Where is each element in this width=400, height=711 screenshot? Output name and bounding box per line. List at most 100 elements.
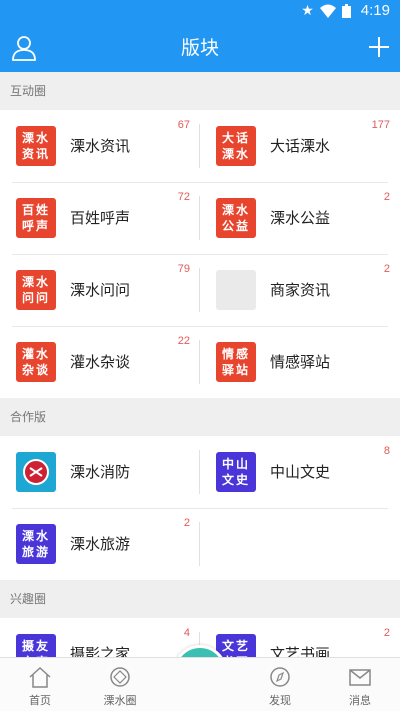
forum-item-count: 22: [177, 335, 190, 347]
forum-item-count: 177: [371, 119, 390, 131]
forum-logo-icon: 摄友之家: [16, 634, 56, 657]
section-header: 兴趣圈: [0, 580, 400, 618]
forum-item[interactable]: 情感 驿站 情感驿站: [200, 326, 400, 398]
forum-item-count: 72: [177, 191, 190, 203]
forum-grid: 溧水消防 中山 文史 中山文史 8 溧水 旅游 溧水旅游 2: [0, 436, 400, 580]
tab-circle-label: 溧水圈: [103, 694, 137, 707]
forum-item[interactable]: 商家资讯 2: [200, 254, 400, 326]
forum-logo-text: 溧水: [21, 275, 50, 289]
forum-row: 溧水 问问 溧水问问 79 商家资讯 2: [0, 254, 400, 326]
forum-row: 溧水 资讯 溧水资讯 67 大话 溧水 大话溧水 177: [0, 110, 400, 182]
forum-logo-text: 问问: [21, 291, 50, 305]
tab-discover[interactable]: 发现: [240, 658, 320, 711]
forum-logo-text: 摄友: [21, 639, 50, 653]
status-time: 4:19: [360, 2, 390, 19]
tab-home-label: 首页: [29, 694, 51, 707]
fire-emblem-icon: [23, 459, 49, 485]
forum-logo-text: 情感: [221, 347, 250, 361]
forum-item[interactable]: 溧水 公益 溧水公益 2: [200, 182, 400, 254]
forum-item-label: 溧水资讯: [70, 137, 131, 155]
forum-item[interactable]: 摄友之家 摄影之家 4: [0, 618, 200, 657]
forum-item[interactable]: 溧水 旅游 溧水旅游 2: [0, 508, 200, 580]
wifi-icon: [319, 4, 336, 18]
forum-row: 溧水 旅游 溧水旅游 2: [0, 508, 400, 580]
section-header: 合作版: [0, 398, 400, 436]
forum-logo-text: 溧水: [21, 529, 50, 543]
forum-item-label: 文艺书画: [270, 645, 331, 657]
mail-icon: [349, 669, 371, 686]
forum-item[interactable]: 百姓 呼声 百姓呼声 72: [0, 182, 200, 254]
forum-logo-text: 驿站: [221, 363, 250, 377]
forum-logo-text: 资讯: [21, 147, 50, 161]
forum-logo-icon: 溧水 旅游: [16, 524, 56, 564]
section-header: 互动圈: [0, 72, 400, 110]
forum-item-label: 溧水旅游: [70, 535, 131, 553]
forum-item[interactable]: 中山 文史 中山文史 8: [200, 436, 400, 508]
forum-logo-icon: 溧水 公益: [216, 198, 256, 238]
forum-logo-icon: 溧水 问问: [16, 270, 56, 310]
forum-item-label: 溧水问问: [70, 281, 131, 299]
app-header: 版块: [0, 25, 400, 72]
circle-icon: [110, 667, 130, 687]
forum-item-count: 79: [177, 263, 190, 275]
forum-item-count: 2: [183, 517, 190, 529]
forum-item[interactable]: 大话 溧水 大话溧水 177: [200, 110, 400, 182]
forum-logo-text: 溧水: [221, 147, 250, 161]
forum-item-label: 情感驿站: [270, 353, 331, 371]
forum-logo-icon: 溧水 资讯: [16, 126, 56, 166]
forum-row: 灌水 杂谈 灌水杂谈 22 情感 驿站 情感驿站: [0, 326, 400, 398]
forum-logo-text: 溧水: [21, 131, 50, 145]
forum-item-label: 大话溧水: [270, 137, 331, 155]
forum-logo-icon: 文艺书画: [216, 634, 256, 657]
plus-icon[interactable]: [368, 36, 390, 58]
forum-item-label: 商家资讯: [270, 281, 331, 299]
forum-logo-icon: [216, 270, 256, 310]
forum-logo-text: 溧水: [221, 203, 250, 217]
forum-item[interactable]: 灌水 杂谈 灌水杂谈 22: [0, 326, 200, 398]
forum-logo-text: 大话: [221, 131, 250, 145]
bottom-tab-bar: 首页 溧水圈 发现 消息: [0, 657, 400, 711]
forum-item-count: 67: [177, 119, 190, 131]
compass-icon: [270, 667, 290, 687]
forum-logo-text: 旅游: [21, 545, 50, 559]
battery-icon: [341, 3, 351, 18]
forum-item-label: 溧水消防: [70, 463, 131, 481]
forum-item-label: 溧水公益: [270, 209, 331, 227]
forum-row: 百姓 呼声 百姓呼声 72 溧水 公益 溧水公益 2: [0, 182, 400, 254]
tab-discover-label: 发现: [269, 694, 291, 707]
forum-logo-text: 公益: [221, 219, 250, 233]
forum-logo-text: 呼声: [21, 219, 50, 233]
star-icon: ★: [301, 2, 314, 19]
forum-item-count: 2: [383, 627, 390, 639]
page-title: 版块: [180, 37, 219, 59]
forum-item-label: 中山文史: [270, 463, 331, 481]
forum-logo-icon: 中山 文史: [216, 452, 256, 492]
forum-logo-icon: 百姓 呼声: [16, 198, 56, 238]
forum-item-count: 8: [383, 445, 390, 457]
forum-logo-icon: [16, 452, 56, 492]
forum-item[interactable]: 文艺书画 文艺书画 2: [200, 618, 400, 657]
forum-item-label: 百姓呼声: [70, 209, 131, 227]
forum-item-label: 摄影之家: [70, 645, 131, 657]
forum-item-count: 2: [383, 263, 390, 275]
tab-messages[interactable]: 消息: [320, 658, 400, 711]
forum-item-count: 2: [383, 191, 390, 203]
tab-messages-label: 消息: [349, 694, 371, 707]
forum-item[interactable]: 溧水 资讯 溧水资讯 67: [0, 110, 200, 182]
forum-item-count: 4: [183, 627, 190, 639]
forum-item[interactable]: 溧水 问问 溧水问问 79: [0, 254, 200, 326]
forum-logo-text: 百姓: [21, 203, 50, 217]
forum-logo-text: 文艺: [221, 639, 250, 653]
tab-circle[interactable]: 溧水圈: [80, 658, 160, 711]
forum-item-label: 灌水杂谈: [70, 353, 131, 371]
forum-logo-text: 中山: [221, 457, 250, 471]
forum-item[interactable]: 溧水消防: [0, 436, 200, 508]
tab-home[interactable]: 首页: [0, 658, 80, 711]
forum-logo-text: 杂谈: [21, 363, 50, 377]
forum-logo-icon: 情感 驿站: [216, 342, 256, 382]
status-bar: ★ 4:19: [0, 0, 400, 25]
forum-row: 溧水消防 中山 文史 中山文史 8: [0, 436, 400, 508]
home-icon: [29, 666, 51, 688]
forum-logo-icon: 灌水 杂谈: [16, 342, 56, 382]
forum-list[interactable]: 互动圈 溧水 资讯 溧水资讯 67 大话 溧水 大话溧水 177 百姓 呼声 百姓呼声 72 溧水 公益 溧水…: [0, 72, 400, 657]
